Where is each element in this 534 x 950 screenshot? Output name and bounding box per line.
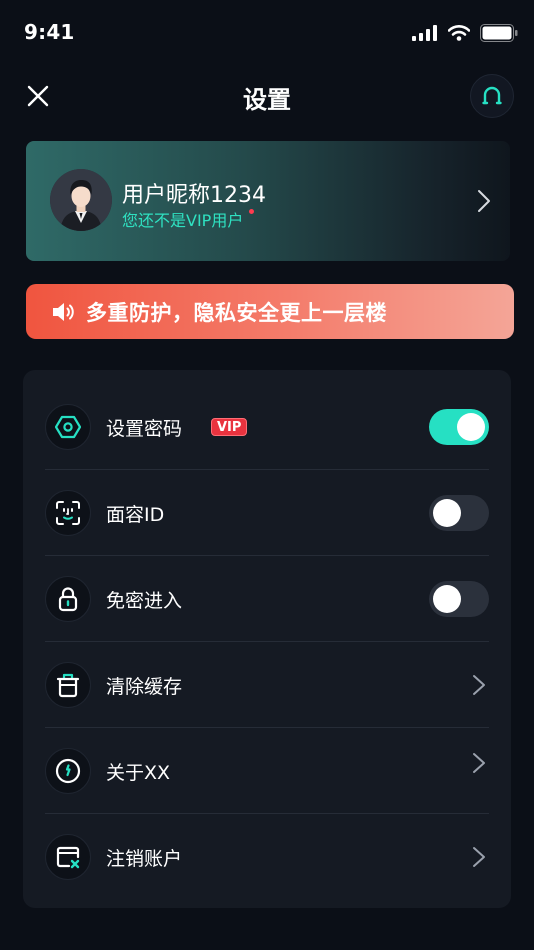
password-free-toggle[interactable] (429, 581, 489, 617)
customer-service-button[interactable] (470, 74, 514, 118)
setting-label: 设置密码 (106, 418, 183, 440)
user-nickname: 用户昵称1234 (122, 183, 266, 208)
headset-icon (482, 86, 502, 105)
setting-label: 免密进入 (106, 590, 183, 612)
setting-label: 面容ID (106, 504, 165, 526)
signal-icon (412, 25, 437, 41)
info-icon (45, 748, 91, 794)
wifi-icon (448, 25, 470, 41)
vip-badge: VIP (211, 418, 248, 436)
notification-dot (249, 209, 255, 214)
toggle-knob (457, 413, 485, 441)
face-id-toggle[interactable] (429, 495, 489, 531)
chevron-right-icon (473, 675, 485, 695)
trash-icon (45, 662, 91, 708)
status-icons (412, 22, 518, 44)
setting-row-delete-account[interactable]: 注销账户 (45, 814, 489, 900)
account-cancel-icon (45, 834, 91, 880)
user-avatar-icon (50, 169, 112, 231)
avatar (50, 169, 112, 231)
banner-text: 多重防护，隐私安全更上一层楼 (86, 300, 387, 325)
status-bar: 9:41 (0, 0, 534, 64)
setting-row-password[interactable]: 设置密码 VIP (45, 384, 489, 470)
face-id-icon (45, 490, 91, 536)
settings-list: 设置密码 VIP 面容ID 免密进入 清除缓存 关于XX 注销账户 (23, 370, 511, 908)
page-title: 设置 (243, 86, 291, 114)
user-profile-card[interactable]: 用户昵称1234 您还不是VIP用户 (26, 141, 510, 261)
hexagon-lock-icon (45, 404, 91, 450)
toggle-knob (433, 585, 461, 613)
speaker-icon (50, 299, 76, 325)
vip-status-text: 您还不是VIP用户 (122, 211, 244, 230)
vip-status: 您还不是VIP用户 (122, 207, 255, 231)
setting-row-about[interactable]: 关于XX (45, 728, 489, 814)
privacy-banner[interactable]: 多重防护，隐私安全更上一层楼 (26, 284, 514, 339)
padlock-icon (45, 576, 91, 622)
setting-label: 清除缓存 (106, 676, 183, 698)
status-time: 9:41 (24, 20, 75, 44)
setting-row-face-id[interactable]: 面容ID (45, 470, 489, 556)
chevron-right-icon (473, 753, 485, 773)
chevron-right-icon (478, 190, 490, 212)
navigation-bar: 设置 (0, 70, 534, 122)
setting-label: 注销账户 (106, 848, 183, 870)
setting-row-password-free[interactable]: 免密进入 (45, 556, 489, 642)
password-toggle[interactable] (429, 409, 489, 445)
toggle-knob (433, 499, 461, 527)
setting-label: 关于XX (106, 762, 171, 784)
chevron-right-icon (473, 847, 485, 867)
battery-icon (480, 24, 518, 42)
setting-row-clear-cache[interactable]: 清除缓存 (45, 642, 489, 728)
